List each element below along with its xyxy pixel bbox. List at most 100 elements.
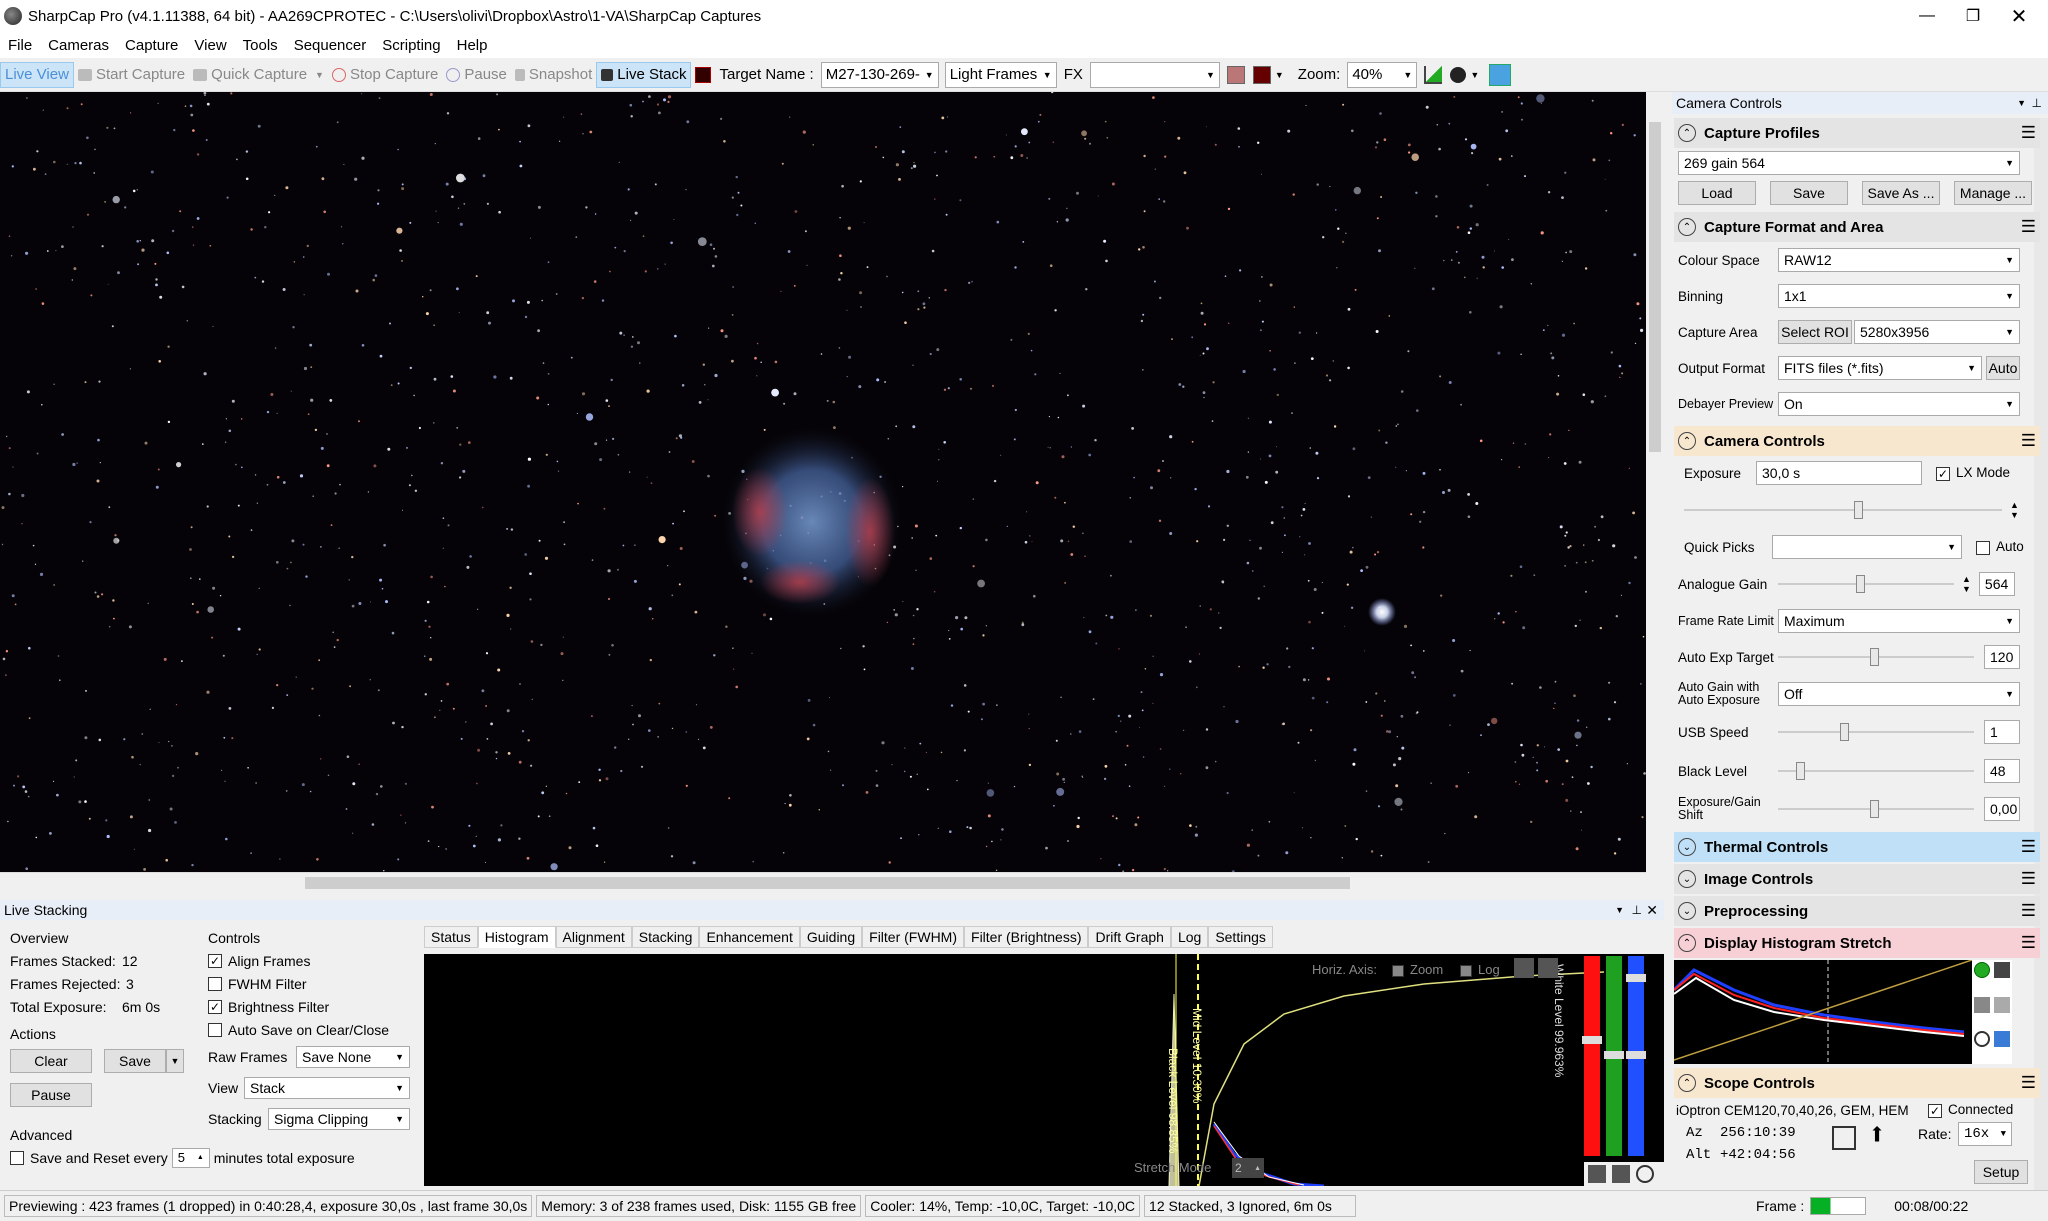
menu-icon[interactable]: ☰ [2021,431,2036,451]
camera-controls-section[interactable]: ⌃ Camera Controls ☰ [1674,426,2040,456]
menu-icon[interactable]: ☰ [2021,123,2036,143]
tab-status[interactable]: Status [424,926,478,948]
black-level-slider[interactable] [1778,759,1974,783]
live-stack-button[interactable]: Live Stack [596,61,692,88]
brightness-filter-checkbox[interactable]: ✓ [208,999,222,1014]
close-icon[interactable]: ✕ [1996,0,2042,32]
select-roi-button[interactable]: Select ROI [1778,320,1852,344]
tab-log[interactable]: Log [1170,926,1209,948]
green-channel-slider[interactable] [1604,956,1624,1156]
collapse-icon[interactable]: ⌃ [1678,218,1696,236]
frame-rate-select[interactable]: Maximum ▼ [1778,609,2020,633]
menu-view[interactable]: View [186,37,234,54]
usb-speed-slider[interactable] [1778,720,1974,744]
scrollbar-thumb[interactable] [305,877,1350,889]
exposure-gain-shift-slider[interactable] [1778,797,1974,821]
expand-icon[interactable]: ⌄ [1678,902,1696,920]
lightning-icon[interactable] [1974,996,1990,1013]
menu-scripting[interactable]: Scripting [374,37,448,54]
start-capture-button[interactable]: Start Capture [74,62,189,88]
view-select[interactable]: Stack ▼ [244,1076,410,1099]
tab-guiding[interactable]: Guiding [799,926,863,948]
focus-icon[interactable] [1252,65,1271,84]
lightning-icon[interactable] [1514,958,1534,978]
fx-select[interactable]: ▼ [1089,61,1220,88]
thermal-controls-section[interactable]: ⌄ Thermal Controls ☰ [1674,832,2040,862]
slider-thumb[interactable] [1626,1051,1646,1059]
gain-spinner[interactable]: ▲ ▼ [1962,574,1971,594]
scope-controls-section[interactable]: ⌃ Scope Controls ☰ [1674,1068,2040,1098]
rate-select[interactable]: 16x ▼ [1958,1122,2012,1146]
histogram-icon[interactable] [1424,65,1443,84]
zoom-checkbox[interactable]: Zoom [1392,962,1443,977]
stacking-select[interactable]: Sigma Clipping ▼ [268,1107,410,1130]
align-frames-checkbox[interactable]: ✓ [208,953,222,968]
collapse-icon[interactable]: ⌃ [1678,432,1696,450]
expand-icon[interactable]: ⌄ [1678,870,1696,888]
collapse-icon[interactable]: ⌃ [1678,124,1696,142]
binning-select[interactable]: 1x1 ▼ [1778,284,2020,308]
auto-gain-select[interactable]: Off ▼ [1778,682,2020,706]
tab-alignment[interactable]: Alignment [555,926,632,948]
stack-histogram[interactable]: Black Level 98.85% Mid Level 10.30% Whit… [424,954,1664,1186]
reset-icon[interactable] [1636,1165,1654,1183]
debayer-select[interactable]: On ▼ [1778,392,2020,416]
quick-picks-select[interactable]: ▼ [1772,535,1962,559]
capture-area-select[interactable]: 5280x3956 ▼ [1854,320,2020,344]
red-channel-slider[interactable] [1582,956,1602,1156]
stop-capture-button[interactable]: Stop Capture [328,62,442,88]
lock-icon[interactable] [1994,996,2010,1013]
slider-thumb[interactable] [1840,723,1849,741]
menu-cameras[interactable]: Cameras [40,37,117,54]
exposure-gain-shift-input[interactable]: 0,00 [1984,797,2020,821]
slider-thumb[interactable] [1626,974,1646,982]
display-histogram-section[interactable]: ⌃ Display Histogram Stretch ☰ [1674,928,2040,958]
target-name-select[interactable]: M27-130-269- ▼ [820,61,939,88]
pin-icon[interactable]: ⊥ [1632,903,1642,917]
stretch-mode-spinner[interactable]: 2 ▲ [1232,1158,1264,1178]
contrast-icon[interactable] [1538,958,1558,978]
quick-capture-button[interactable]: Quick Capture ▼ [189,62,328,88]
image-vertical-scrollbar[interactable] [1646,92,1664,872]
connected-checkbox[interactable]: ✓ Connected [1928,1102,2013,1118]
raw-frames-select[interactable]: Save None ▼ [296,1045,410,1068]
exposure-input[interactable]: 30,0 s [1756,461,1922,485]
expand-icon[interactable]: ⌄ [1678,838,1696,856]
chevron-down-icon[interactable]: ▼ [1615,905,1624,915]
load-profile-button[interactable]: Load [1678,181,1756,205]
output-format-select[interactable]: FITS files (*.fits) ▼ [1778,356,1982,380]
lightning-icon[interactable] [1588,1165,1606,1183]
capture-format-section[interactable]: ⌃ Capture Format and Area ☰ [1674,212,2040,242]
tab-filter-fwhm[interactable]: Filter (FWHM) [862,926,965,948]
image-preview[interactable] [0,92,1646,872]
auto-exp-target-input[interactable]: 120 [1984,645,2020,669]
magnifier-icon[interactable] [1450,66,1467,83]
slider-thumb[interactable] [1870,800,1879,818]
menu-icon[interactable]: ☰ [2021,1073,2036,1093]
collapse-icon[interactable]: ⌃ [1678,1074,1696,1092]
log-checkbox[interactable]: ✓ Log [1460,962,1500,978]
menu-file[interactable]: File [0,37,40,54]
slider-thumb[interactable] [1870,648,1879,666]
colour-space-select[interactable]: RAW12 ▼ [1778,248,2020,272]
image-horizontal-scrollbar[interactable] [0,872,1646,892]
close-icon[interactable]: ✕ [1646,902,1658,919]
menu-icon[interactable]: ☰ [2021,933,2036,953]
spinner-icon[interactable]: ▲ [197,1154,204,1161]
slider-thumb[interactable] [1854,501,1863,519]
exposure-spinner[interactable]: ▲ ▼ [2010,500,2019,520]
contrast-icon[interactable] [1994,962,2010,978]
tab-settings[interactable]: Settings [1208,926,1273,948]
fwhm-filter-checkbox[interactable] [208,976,222,991]
sparkle-icon[interactable] [1612,1165,1630,1183]
preprocessing-section[interactable]: ⌄ Preprocessing ☰ [1674,896,2040,926]
menu-capture[interactable]: Capture [117,37,186,54]
blue-channel-slider[interactable] [1626,956,1646,1156]
scope-setup-button[interactable]: Setup [1974,1160,2028,1184]
reticle-icon[interactable] [1226,65,1245,84]
chevron-down-icon[interactable]: ▼ [1275,70,1284,80]
profile-select[interactable]: 269 gain 564 ▼ [1678,151,2020,175]
capture-profiles-section[interactable]: ⌃ Capture Profiles ☰ [1674,118,2040,148]
save-reset-checkbox[interactable] [10,1150,24,1165]
snapshot-button[interactable]: Snapshot [511,62,596,88]
